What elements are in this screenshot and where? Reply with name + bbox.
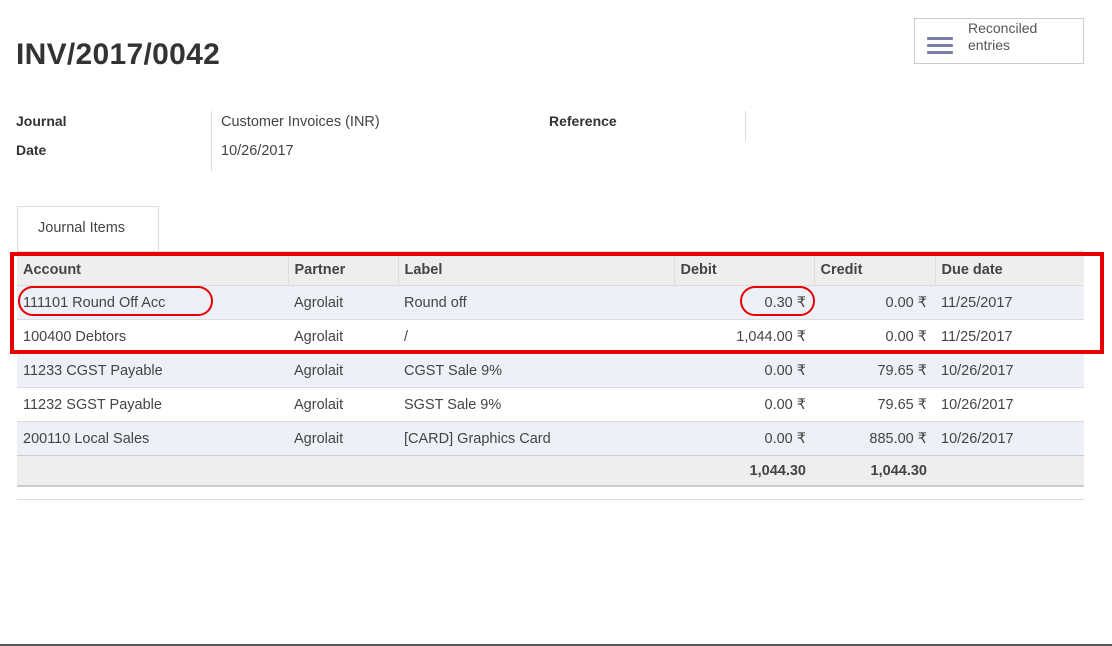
cell-credit: 885.00 ₹: [814, 421, 935, 456]
reference-divider: [745, 111, 746, 141]
sheet-bottom-divider: [17, 499, 1084, 500]
cell-label: CGST Sale 9%: [398, 353, 674, 388]
reference-label: Reference: [549, 113, 617, 129]
cell-debit: 0.00 ₹: [674, 387, 814, 422]
tab-journal-items-label: Journal Items: [38, 220, 126, 236]
cell-label: [CARD] Graphics Card: [398, 421, 674, 456]
table-row[interactable]: 11233 CGST Payable Agrolait CGST Sale 9%…: [17, 353, 1084, 388]
cell-debit: 0.00 ₹: [674, 421, 814, 456]
highlight-oval-account-annotation: [18, 286, 213, 316]
cell-credit: 79.65 ₹: [814, 387, 935, 422]
cell-due-date: 10/26/2017: [935, 387, 1084, 422]
cell-partner: Agrolait: [288, 353, 398, 388]
bars-icon: [927, 37, 953, 57]
total-credit: 1,044.30: [814, 455, 935, 487]
cell-credit: 79.65 ₹: [814, 353, 935, 388]
journal-label: Journal: [16, 113, 67, 129]
cell-label: SGST Sale 9%: [398, 387, 674, 422]
cell-partner: Agrolait: [288, 421, 398, 456]
reconciled-entries-button[interactable]: Reconciled entries: [914, 18, 1084, 64]
cell-due-date: 10/26/2017: [935, 353, 1084, 388]
totals-empty-cell: [935, 455, 1084, 487]
cell-account: 200110 Local Sales: [17, 421, 288, 456]
record-title: INV/2017/0042: [16, 38, 221, 71]
totals-row: 1,044.30 1,044.30: [17, 455, 1084, 487]
highlight-oval-debit-annotation: [740, 286, 815, 316]
date-value: 10/26/2017: [221, 143, 294, 159]
totals-empty-cell: [17, 455, 288, 487]
table-row[interactable]: 200110 Local Sales Agrolait [CARD] Graph…: [17, 421, 1084, 456]
totals-empty-cell: [288, 455, 398, 487]
journal-value: Customer Invoices (INR): [221, 114, 380, 130]
tab-journal-items[interactable]: Journal Items: [17, 206, 159, 252]
table-row[interactable]: 11232 SGST Payable Agrolait SGST Sale 9%…: [17, 387, 1084, 422]
cell-due-date: 10/26/2017: [935, 421, 1084, 456]
cell-debit: 0.00 ₹: [674, 353, 814, 388]
totals-empty-cell: [398, 455, 674, 487]
cell-account: 11232 SGST Payable: [17, 387, 288, 422]
date-label: Date: [16, 142, 47, 158]
field-divider: [211, 111, 212, 171]
cell-account: 11233 CGST Payable: [17, 353, 288, 388]
reconciled-entries-label: Reconciled entries: [968, 20, 1038, 53]
total-debit: 1,044.30: [674, 455, 814, 487]
cell-partner: Agrolait: [288, 387, 398, 422]
